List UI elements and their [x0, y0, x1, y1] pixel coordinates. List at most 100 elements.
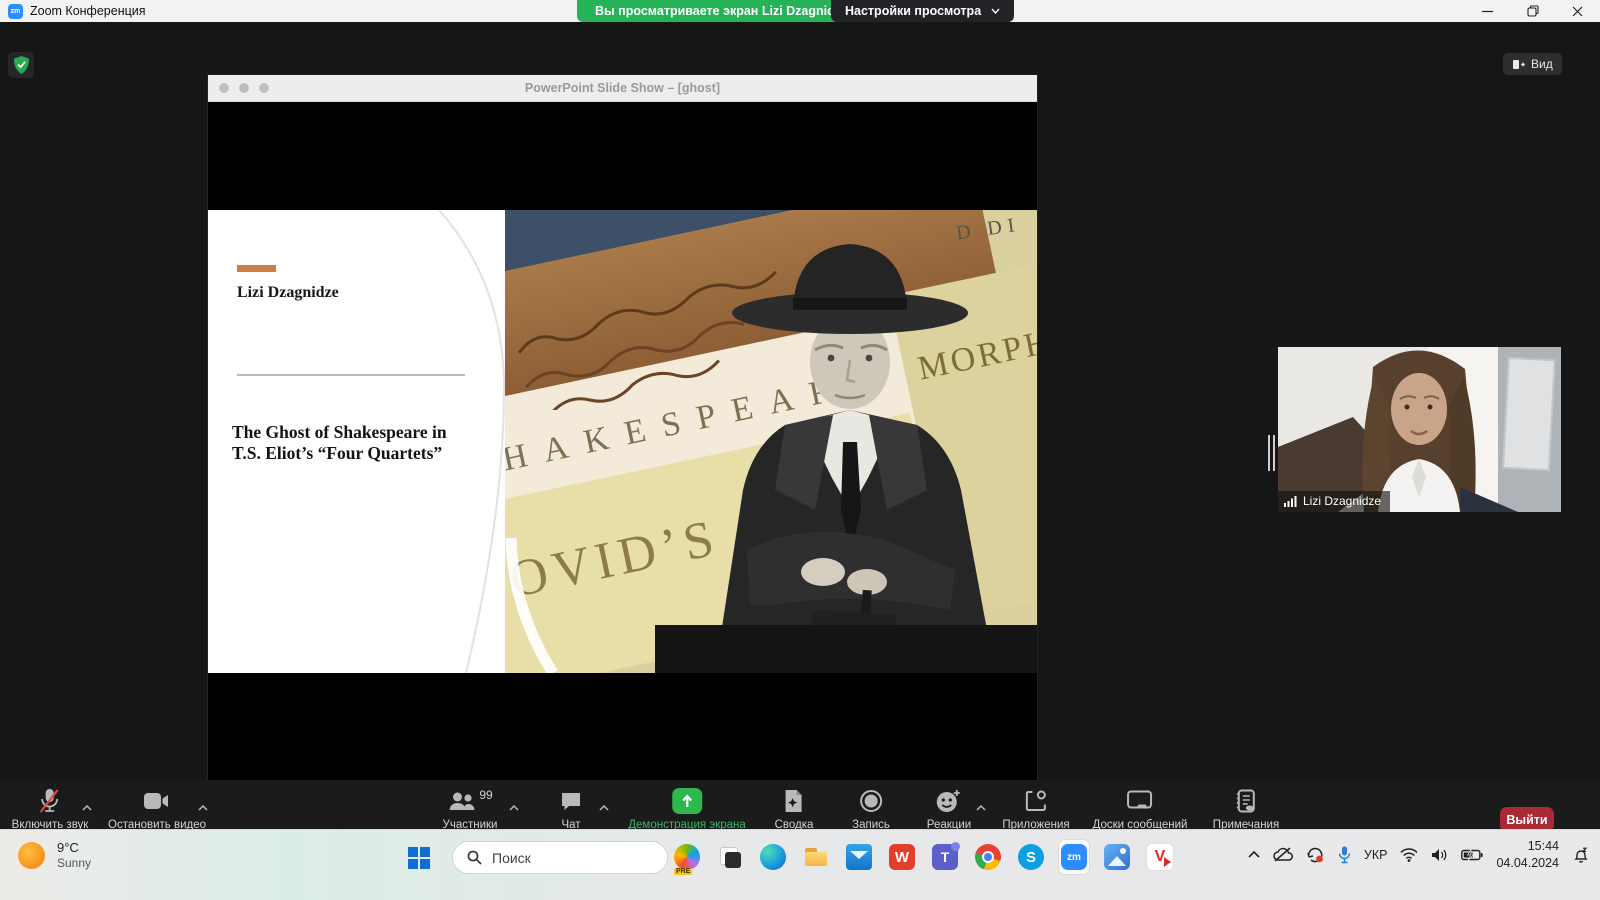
battery-charging-icon[interactable] — [1461, 849, 1483, 861]
chevron-up-icon — [198, 805, 208, 811]
powerpoint-window: PowerPoint Slide Show – [ghost] Lizi Dza… — [208, 75, 1037, 783]
shield-check-icon — [14, 56, 29, 74]
taskbar-app-copilot[interactable]: PRE — [672, 840, 702, 874]
view-options-dropdown[interactable]: Настройки просмотра — [831, 0, 1014, 22]
minimize-button[interactable] — [1465, 0, 1510, 22]
zoom-app-icon: zm — [8, 4, 23, 19]
taskbar-app-v-player[interactable]: V — [1145, 840, 1175, 874]
wifi-icon[interactable] — [1400, 848, 1418, 862]
bell-sleep-glyph — [1572, 846, 1590, 864]
battery-glyph — [1461, 849, 1483, 861]
taskbar-app-photos[interactable] — [1102, 840, 1132, 874]
zoom-titlebar: zm Zoom Конференция Вы просматриваете эк… — [0, 0, 1600, 22]
v-player-icon: V — [1146, 843, 1174, 871]
volume-icon[interactable] — [1431, 848, 1448, 862]
video-options-chevron[interactable] — [198, 798, 208, 816]
window-title: Zoom Конференция — [30, 4, 146, 18]
taskbar-app-chrome[interactable] — [973, 840, 1003, 874]
cloud-slash-icon[interactable] — [1273, 847, 1293, 862]
chevron-up-icon — [82, 805, 92, 811]
windows-logo-icon — [408, 847, 430, 869]
apps-button[interactable]: Приложения — [1002, 788, 1069, 831]
microphone-muted-icon — [39, 788, 61, 814]
windows-taskbar: 9°C Sunny Поиск PRE — [0, 829, 1600, 900]
taskbar-app-file-explorer[interactable] — [801, 840, 831, 874]
slide-title-line1: The Ghost of Shakespeare in — [232, 422, 447, 442]
audio-options-chevron[interactable] — [82, 798, 92, 816]
accent-bar — [237, 265, 276, 272]
zoom-icon: zm — [1061, 844, 1087, 870]
video-drag-handle[interactable] — [1268, 435, 1278, 471]
powerpoint-window-title: PowerPoint Slide Show – [ghost] — [208, 81, 1037, 95]
share-screen-button[interactable]: Демонстрация экрана — [628, 788, 746, 831]
minimize-icon — [1482, 6, 1493, 17]
taskbar-search[interactable]: Поиск — [452, 841, 668, 874]
speaker-glyph — [1431, 848, 1448, 862]
slide-image-collage: SHAKESPEARE OVID’S MORPH D DI — [505, 210, 1037, 673]
apps-icon — [1024, 789, 1048, 813]
screen: zm Zoom Конференция Вы просматриваете эк… — [0, 0, 1600, 900]
participant-webcam-view — [1278, 347, 1561, 512]
chrome-icon — [975, 844, 1001, 870]
wps-office-icon: W — [889, 844, 915, 870]
sun-icon — [18, 842, 45, 869]
view-button[interactable]: Вид — [1503, 53, 1562, 75]
reactions-button[interactable]: Реакции — [927, 788, 971, 831]
stop-video-button[interactable]: Остановить видео — [108, 788, 206, 831]
view-options-label: Настройки просмотра — [845, 4, 981, 18]
microphone-in-use-icon[interactable] — [1338, 846, 1351, 864]
summary-button[interactable]: Сводка — [775, 788, 814, 831]
taskbar-app-skype[interactable]: S — [1016, 840, 1046, 874]
taskbar-app-teams[interactable]: T — [930, 840, 960, 874]
tray-date: 04.04.2024 — [1496, 855, 1559, 871]
taskbar-app-zoom[interactable]: zm — [1059, 840, 1089, 874]
participants-count: 99 — [479, 788, 492, 802]
notes-icon — [1236, 789, 1256, 813]
file-explorer-icon — [803, 844, 829, 870]
whiteboards-button[interactable]: Доски сообщений — [1093, 788, 1188, 831]
chat-button[interactable]: Чат — [560, 788, 582, 831]
start-button[interactable] — [404, 843, 434, 873]
reactions-options-chevron[interactable] — [976, 798, 986, 816]
taskbar-app-wps[interactable]: W — [887, 840, 917, 874]
slide-title: The Ghost of Shakespeare in T.S. Eliot’s… — [232, 422, 482, 463]
weather-temp: 9°C — [57, 840, 91, 856]
chat-bubble-icon — [560, 791, 582, 811]
taskbar-app-mail[interactable] — [844, 840, 874, 874]
copilot-icon — [674, 844, 700, 870]
language-indicator[interactable]: УКР — [1364, 848, 1388, 862]
close-button[interactable] — [1555, 0, 1600, 22]
clock[interactable]: 15:44 04.04.2024 — [1496, 838, 1559, 871]
teams-icon: T — [932, 844, 958, 870]
weather-condition: Sunny — [57, 856, 91, 871]
share-screen-icon — [680, 794, 694, 808]
participants-icon — [447, 791, 475, 811]
record-icon — [859, 789, 883, 813]
security-badge[interactable] — [8, 52, 34, 78]
ai-summary-icon — [784, 789, 804, 813]
search-placeholder: Поиск — [492, 850, 531, 866]
taskbar-app-edge[interactable] — [758, 840, 788, 874]
slide-text-panel: Lizi Dzagnidze The Ghost of Shakespeare … — [208, 210, 505, 673]
view-button-label: Вид — [1531, 57, 1553, 71]
participants-options-chevron[interactable] — [509, 798, 519, 816]
participant-video[interactable]: Lizi Dzagnidze — [1278, 347, 1561, 512]
notes-button[interactable]: Примечания — [1213, 788, 1279, 831]
participants-button[interactable]: 99 Участники — [443, 788, 498, 831]
participant-name: Lizi Dzagnidze — [1303, 494, 1381, 508]
chat-options-chevron[interactable] — [599, 798, 609, 816]
record-button[interactable]: Запись — [852, 788, 890, 831]
taskbar-app-task-view[interactable] — [715, 840, 745, 874]
collage-floor — [655, 625, 1037, 673]
video-camera-icon — [144, 792, 170, 810]
pre-badge: PRE — [674, 868, 692, 875]
weather-widget[interactable]: 9°C Sunny — [18, 840, 91, 871]
unmute-button[interactable]: Включить звук — [12, 788, 89, 831]
slide-title-line2: T.S. Eliot’s “Four Quartets” — [232, 443, 442, 463]
chevron-up-icon — [1248, 851, 1260, 858]
restore-button[interactable] — [1510, 0, 1555, 22]
sync-recording-icon[interactable] — [1306, 846, 1325, 863]
microphone-glyph — [1338, 846, 1351, 864]
hidden-icons-chevron[interactable] — [1248, 851, 1260, 858]
notification-bell-icon[interactable] — [1572, 846, 1590, 864]
